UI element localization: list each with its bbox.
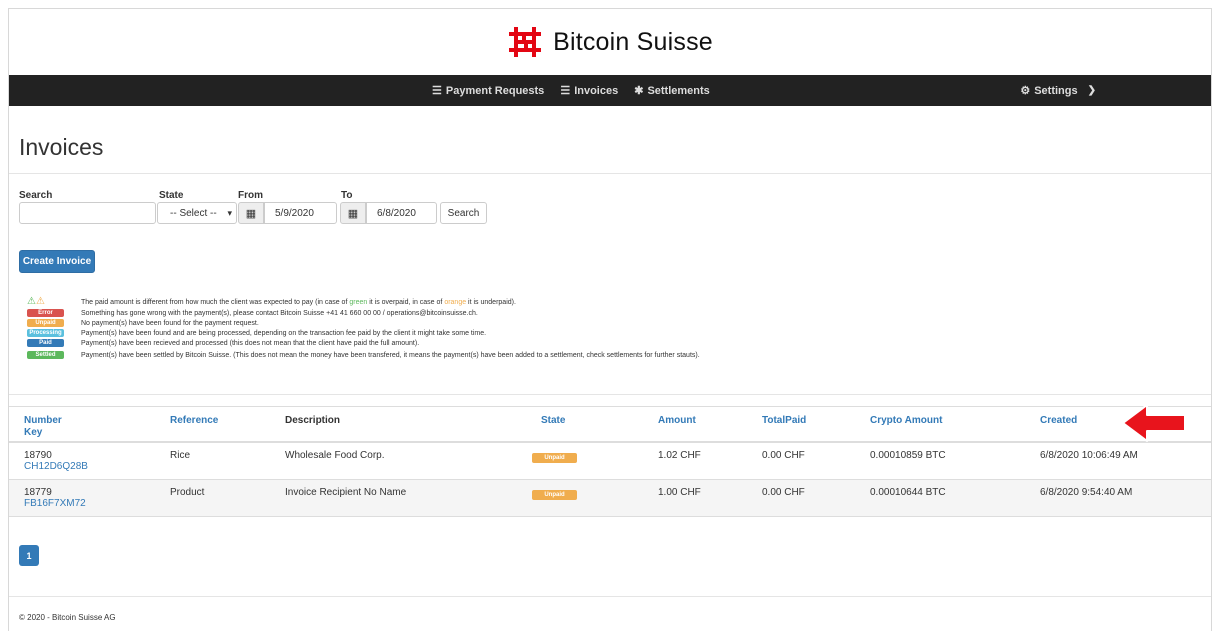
divider bbox=[9, 596, 1211, 597]
invoice-number: 18790 bbox=[24, 450, 52, 461]
divider bbox=[9, 173, 1211, 174]
create-invoice-button[interactable]: Create Invoice bbox=[19, 250, 95, 273]
warning-green-icon: ⚠ bbox=[27, 296, 36, 307]
cell-created: 6/8/2020 9:54:40 AM bbox=[1040, 487, 1133, 498]
chevron-down-icon: ❯ bbox=[1087, 85, 1096, 96]
settings-dropdown[interactable]: ⚙ Settings ❯ bbox=[1020, 84, 1096, 98]
divider bbox=[9, 394, 1211, 395]
column-header-number[interactable]: Number Key bbox=[24, 415, 62, 439]
legend-row-settled: Settled Payment(s) have been settled by … bbox=[27, 351, 700, 359]
invoice-key-link[interactable]: FB16F7XM72 bbox=[24, 498, 86, 509]
pagination-page-1[interactable]: 1 bbox=[19, 545, 39, 566]
top-navbar: ☰ Payment Requests ☰ Invoices ✱ Settleme… bbox=[9, 75, 1211, 106]
bitcoin-suisse-logo-icon bbox=[509, 27, 542, 57]
legend-warning-suffix: it is underpaid). bbox=[466, 298, 516, 306]
status-badge: Unpaid bbox=[532, 453, 577, 463]
page-title: Invoices bbox=[19, 134, 104, 160]
legend-warning-middle: it is overpaid, in case of bbox=[367, 298, 445, 306]
legend-text: Payment(s) have been settled by Bitcoin … bbox=[81, 351, 700, 359]
nav-invoices-label: Invoices bbox=[574, 84, 619, 97]
cell-total-paid: 0.00 CHF bbox=[762, 450, 805, 461]
warning-orange-icon: ⚠ bbox=[35, 296, 45, 307]
to-label: To bbox=[341, 190, 353, 201]
cell-crypto-amount: 0.00010644 BTC bbox=[870, 487, 946, 498]
nav-payment-requests[interactable]: ☰ Payment Requests bbox=[432, 84, 545, 98]
column-key-label: Key bbox=[24, 427, 43, 438]
column-header-total-paid[interactable]: TotalPaid bbox=[762, 415, 806, 427]
from-date-input[interactable]: 5/9/2020 bbox=[264, 202, 337, 224]
legend-warning-text: The paid amount is different from how mu… bbox=[81, 299, 516, 306]
legend-row-paid: Paid Payment(s) have been recieved and p… bbox=[27, 339, 419, 347]
status-badge: Settled bbox=[27, 351, 64, 359]
calendar-icon[interactable]: ▦ bbox=[238, 202, 264, 224]
cell-number: 18790 CH12D6Q28B bbox=[24, 450, 88, 472]
legend-row-processing: Processing Payment(s) have been found an… bbox=[27, 329, 486, 337]
chevron-down-icon: ▾ bbox=[227, 207, 232, 218]
table-header: Number Key Reference Description State A… bbox=[9, 406, 1211, 443]
status-badge: Error bbox=[27, 309, 64, 317]
state-label: State bbox=[159, 190, 184, 201]
brand-header: Bitcoin Suisse bbox=[9, 9, 1211, 75]
column-header-crypto-amount[interactable]: Crypto Amount bbox=[870, 415, 942, 427]
main-nav: ☰ Payment Requests ☰ Invoices ✱ Settleme… bbox=[432, 84, 710, 98]
column-header-reference[interactable]: Reference bbox=[170, 415, 218, 427]
column-header-state[interactable]: State bbox=[541, 415, 565, 427]
cell-amount: 1.00 CHF bbox=[658, 487, 701, 498]
status-badge: Paid bbox=[27, 339, 64, 347]
search-button[interactable]: Search bbox=[440, 202, 487, 224]
column-header-created[interactable]: Created bbox=[1040, 415, 1077, 427]
warning-icons: ⚠⚠ bbox=[27, 296, 81, 307]
status-badge: Processing bbox=[27, 329, 64, 337]
gear-icon: ✱ bbox=[634, 85, 644, 97]
invoice-key-link[interactable]: CH12D6Q28B bbox=[24, 461, 88, 472]
legend-warning-prefix: The paid amount is different from how mu… bbox=[81, 298, 350, 306]
cell-description: Wholesale Food Corp. bbox=[285, 450, 385, 461]
calendar-icon[interactable]: ▦ bbox=[340, 202, 366, 224]
column-number-label: Number bbox=[24, 415, 62, 426]
app-frame: Bitcoin Suisse ☰ Payment Requests ☰ Invo… bbox=[8, 8, 1212, 631]
nav-payment-requests-label: Payment Requests bbox=[445, 84, 545, 97]
table-row[interactable]: 18779 FB16F7XM72 Product Invoice Recipie… bbox=[9, 480, 1211, 517]
search-input[interactable] bbox=[19, 202, 156, 224]
cell-description: Invoice Recipient No Name bbox=[285, 487, 407, 498]
red-arrow-annotation-icon bbox=[1122, 404, 1186, 442]
cell-reference: Rice bbox=[170, 450, 191, 461]
legend-text: Something has gone wrong with the paymen… bbox=[81, 309, 478, 317]
column-header-amount[interactable]: Amount bbox=[658, 415, 696, 427]
column-header-description: Description bbox=[285, 415, 341, 426]
state-select[interactable]: -- Select -- ▾ bbox=[157, 202, 237, 224]
table-row[interactable]: 18790 CH12D6Q28B Rice Wholesale Food Cor… bbox=[9, 443, 1211, 480]
invoice-number: 18779 bbox=[24, 487, 52, 498]
gear-icon: ⚙ bbox=[1020, 85, 1031, 97]
legend-row-error: Error Something has gone wrong with the … bbox=[27, 309, 478, 317]
cell-created: 6/8/2020 10:06:49 AM bbox=[1040, 450, 1138, 461]
legend-warning-orange: orange bbox=[444, 298, 467, 306]
legend-text: Payment(s) have been recieved and proces… bbox=[81, 339, 420, 347]
to-date-input[interactable]: 6/8/2020 bbox=[366, 202, 437, 224]
cell-amount: 1.02 CHF bbox=[658, 450, 701, 461]
brand-name: Bitcoin Suisse bbox=[553, 27, 713, 56]
list-icon: ☰ bbox=[432, 85, 442, 97]
status-badge: Unpaid bbox=[532, 490, 577, 500]
cell-reference: Product bbox=[170, 487, 205, 498]
nav-invoices[interactable]: ☰ Invoices bbox=[560, 84, 619, 98]
nav-settlements-label: Settlements bbox=[647, 84, 710, 97]
cell-number: 18779 FB16F7XM72 bbox=[24, 487, 86, 509]
legend-warning-green: green bbox=[349, 298, 368, 306]
status-badge: Unpaid bbox=[27, 319, 64, 327]
search-label: Search bbox=[19, 190, 53, 201]
nav-settlements[interactable]: ✱ Settlements bbox=[634, 84, 710, 98]
legend-row-warning: ⚠⚠ The paid amount is different from how… bbox=[27, 296, 516, 307]
legend-row-unpaid: Unpaid No payment(s) have been found for… bbox=[27, 319, 259, 327]
settings-label: Settings bbox=[1034, 84, 1078, 97]
from-label: From bbox=[238, 190, 263, 201]
legend-text: Payment(s) have been found and are being… bbox=[81, 329, 487, 337]
cell-total-paid: 0.00 CHF bbox=[762, 487, 805, 498]
list-icon: ☰ bbox=[560, 85, 571, 97]
state-select-value: -- Select -- bbox=[170, 207, 217, 219]
invoices-table: Number Key Reference Description State A… bbox=[9, 406, 1211, 517]
legend-text: No payment(s) have been found for the pa… bbox=[81, 319, 259, 327]
footer-copyright: © 2020 - Bitcoin Suisse AG bbox=[19, 613, 116, 622]
cell-crypto-amount: 0.00010859 BTC bbox=[870, 450, 946, 461]
